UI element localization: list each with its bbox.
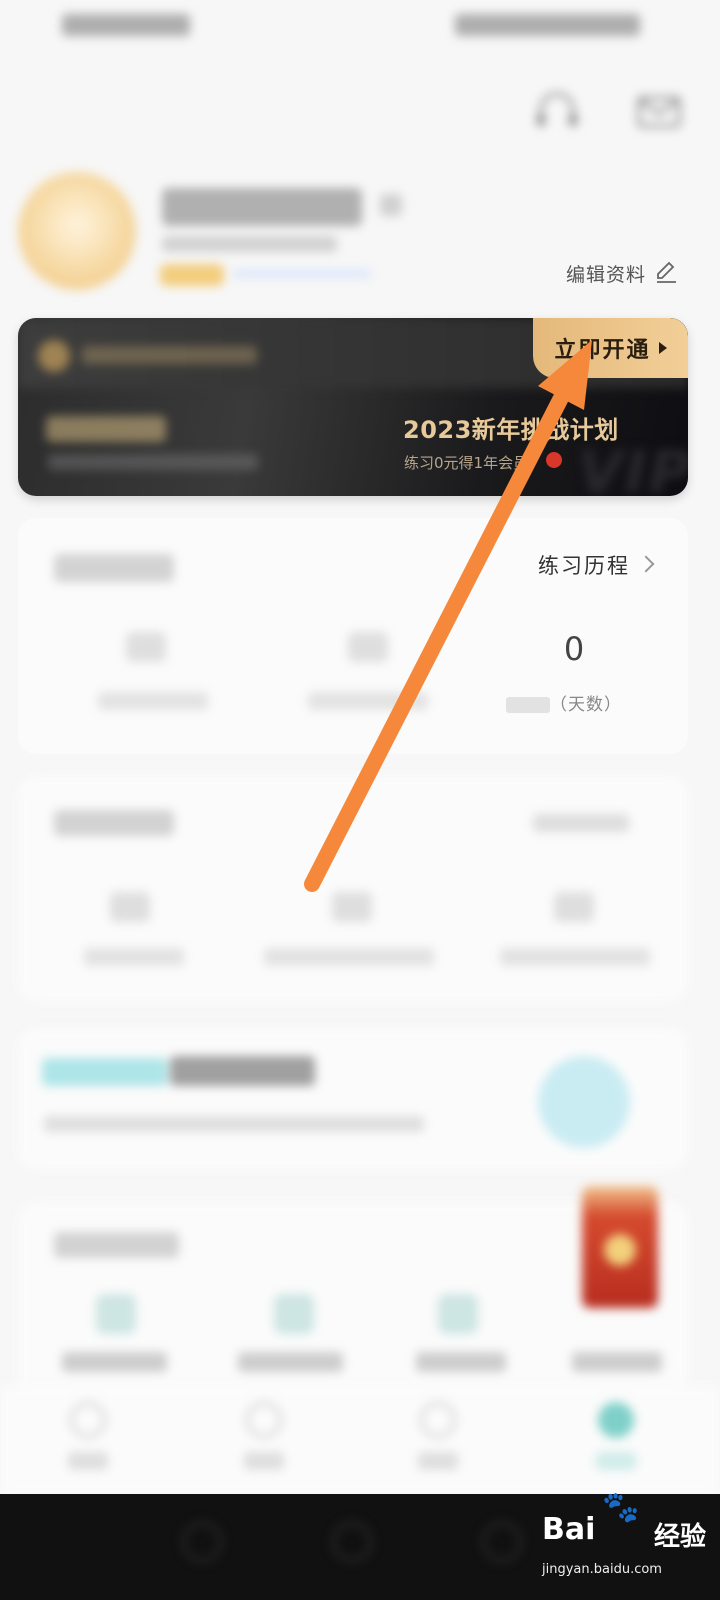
avatar[interactable]: [18, 172, 136, 290]
stat-label: [84, 948, 184, 966]
stat-value: [348, 632, 388, 662]
tab-label: [244, 1452, 284, 1470]
vip-benefit-title: [46, 416, 166, 442]
home-icon[interactable]: [332, 1522, 372, 1562]
promo-subtitle: 练习0元得1年会员: [404, 454, 529, 472]
vip-title: [82, 346, 257, 364]
red-dot-badge: [546, 452, 562, 468]
stat-value: [126, 632, 166, 662]
services-title: [54, 1232, 179, 1258]
service-label: [572, 1352, 662, 1372]
course-card-title: [54, 810, 174, 836]
stat-days-unit: （天数）: [550, 695, 622, 715]
baidu-logo: Bai: [542, 1512, 596, 1547]
promo-title: 2023新年挑战计划: [403, 416, 619, 444]
username-chevron-icon[interactable]: [380, 194, 402, 216]
course-card-link[interactable]: [533, 814, 629, 832]
tab-discover-icon[interactable]: [420, 1402, 456, 1438]
vip-benefit-desc: [48, 454, 258, 470]
top-toolbar: [0, 92, 720, 132]
course-stats-card: [18, 776, 688, 1002]
plan-badge: [42, 1058, 167, 1086]
baidu-watermark: Bai 🐾 经验 jingyan.baidu.com: [542, 1490, 720, 1600]
vip-card[interactable]: VIP 立即开通 2023新年挑战计划 练习0元得1年会员: [18, 318, 688, 496]
service-label: [416, 1352, 506, 1372]
pencil-icon[interactable]: [654, 260, 678, 284]
bottom-tab-bar: [0, 1386, 720, 1494]
plan-illustration: [538, 1056, 630, 1148]
stat-value: [332, 892, 372, 922]
service-label: [238, 1352, 343, 1372]
vip-watermark: VIP: [578, 438, 688, 496]
tab-label: [418, 1452, 458, 1470]
tab-label: [68, 1452, 108, 1470]
tab-home-icon[interactable]: [70, 1402, 106, 1438]
practice-stats-card: 练习历程 0 （天数）: [18, 518, 688, 754]
stat-days-value: 0: [563, 630, 585, 668]
service-icon[interactable]: [96, 1294, 136, 1334]
back-icon[interactable]: [182, 1522, 222, 1562]
coin-icon: [604, 1234, 636, 1266]
stat-label: [98, 692, 208, 710]
practice-history-link[interactable]: 练习历程: [538, 550, 630, 580]
stat-days-label-blur: [506, 697, 550, 713]
level-progress: [232, 270, 372, 278]
tab-label: [596, 1452, 636, 1470]
stat-days-label: （天数）: [506, 690, 646, 715]
plan-card[interactable]: [18, 1028, 688, 1170]
recents-icon[interactable]: [482, 1522, 522, 1562]
profile-section: 编辑资料: [0, 160, 720, 300]
crown-icon: [38, 340, 70, 372]
practice-card-title: [54, 554, 174, 582]
status-right: [455, 14, 640, 36]
status-left: [62, 14, 190, 36]
red-packet-float[interactable]: [582, 1186, 658, 1308]
headset-icon[interactable]: [533, 90, 581, 134]
stat-label: [500, 948, 650, 966]
level-badge: [160, 264, 224, 286]
edit-profile-link[interactable]: 编辑资料: [566, 260, 646, 287]
service-label: [62, 1352, 167, 1372]
open-vip-button[interactable]: 立即开通: [533, 318, 688, 378]
plan-title: [170, 1056, 315, 1086]
user-id: [162, 236, 337, 252]
stat-label: [308, 692, 428, 710]
mail-icon[interactable]: [637, 96, 681, 128]
chevron-right-icon: [637, 555, 655, 573]
paw-icon: 🐾: [602, 1490, 640, 1525]
play-triangle-icon: [658, 342, 667, 354]
baidu-url: jingyan.baidu.com: [542, 1562, 662, 1577]
stat-value: [110, 892, 150, 922]
service-icon[interactable]: [438, 1294, 478, 1334]
plan-subtitle: [44, 1116, 424, 1132]
tab-me-icon[interactable]: [598, 1402, 634, 1438]
stat-value: [554, 892, 594, 922]
tab-course-icon[interactable]: [246, 1402, 282, 1438]
baidu-jingyan-text: 经验: [654, 1522, 707, 1552]
username: [162, 188, 362, 226]
service-icon[interactable]: [274, 1294, 314, 1334]
stat-label: [264, 948, 434, 966]
status-bar: [0, 0, 720, 50]
open-vip-label: 立即开通: [554, 337, 651, 363]
